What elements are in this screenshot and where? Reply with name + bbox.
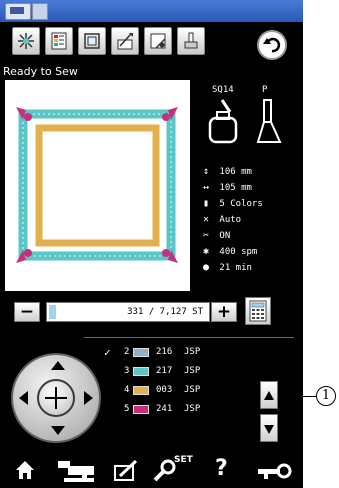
tension-icon: ✕ xyxy=(202,214,210,225)
speed-value: 400 spm xyxy=(219,247,258,257)
speed-icon: ✱ xyxy=(202,246,210,257)
width-row: ↔ 105 mm xyxy=(198,180,302,196)
bottom-nav: SET ? xyxy=(0,454,303,488)
thread-index: 4 xyxy=(124,385,130,395)
set-label: SET xyxy=(174,455,193,465)
scissors-icon: ✂ xyxy=(202,230,210,241)
design-info-list: ↕ 106 mm ↔ 105 mm ▮ 5 Colors ✕ Auto ✂ ON… xyxy=(198,164,302,276)
help-icon[interactable]: ? xyxy=(215,456,228,481)
jog-center-button[interactable] xyxy=(37,379,75,417)
time-value: 21 min xyxy=(219,263,252,273)
height-row: ↕ 106 mm xyxy=(198,164,302,180)
divider xyxy=(84,337,294,338)
cutter-row: ✂ ON xyxy=(198,228,302,244)
time-row: ● 21 min xyxy=(198,260,302,276)
corner-icon xyxy=(150,33,166,49)
trace-button[interactable] xyxy=(111,27,139,55)
colors-value: 5 Colors xyxy=(219,199,263,209)
frame-button[interactable] xyxy=(78,27,106,55)
back-arrow-icon xyxy=(263,37,281,53)
jog-down-icon[interactable] xyxy=(51,426,65,435)
thread-swatch xyxy=(133,367,149,376)
machine-screen: Ready to Sew SQ14 P ↕ 106 mm ↔ 105 mm ▮ … xyxy=(0,0,303,488)
thread-row[interactable]: 3 217 JSP xyxy=(104,362,244,381)
thread-index: 3 xyxy=(124,366,130,376)
frame-icon xyxy=(84,33,100,49)
thread-swatch xyxy=(133,405,149,414)
speed-row: ✱ 400 spm xyxy=(198,244,302,260)
trace-icon xyxy=(117,33,133,50)
width-icon: ↔ xyxy=(202,182,210,193)
current-color-check: ✓ xyxy=(104,346,111,359)
thread-code: 241 xyxy=(156,404,173,414)
thread-brand: JSP xyxy=(184,347,201,357)
thread-brand: JSP xyxy=(184,385,201,395)
color-list-button[interactable] xyxy=(45,27,73,55)
stitch-back-button[interactable]: − xyxy=(14,302,40,322)
width-value: 105 mm xyxy=(219,183,252,193)
bobbin-case-icon xyxy=(208,99,238,144)
thread-swatch xyxy=(133,348,149,357)
calculator-icon xyxy=(249,300,267,322)
thread-row[interactable]: 4 003 JSP xyxy=(104,381,244,400)
scroll-down-button[interactable] xyxy=(260,414,278,442)
callout-number: 1 xyxy=(316,386,336,406)
tension-row: ✕ Auto xyxy=(198,212,302,228)
toolbar xyxy=(0,27,303,65)
thread-row[interactable]: 5 241 JSP xyxy=(104,400,244,419)
thread-index: 5 xyxy=(124,404,130,414)
stitch-counter-text: 331 / 7,127 ST xyxy=(127,307,203,317)
jog-dpad[interactable] xyxy=(11,353,101,443)
thread-color-list: ✓ 2 216 JSP 3 217 JSP 4 003 JSP 5 241 JS… xyxy=(104,343,244,419)
colors-row: ▮ 5 Colors xyxy=(198,196,302,212)
design-preview xyxy=(5,80,190,291)
jog-left-icon[interactable] xyxy=(19,391,28,405)
height-icon: ↕ xyxy=(202,166,210,177)
tension-value: Auto xyxy=(219,215,242,225)
plus-icon xyxy=(45,387,67,409)
edit-icon[interactable] xyxy=(112,458,140,484)
cutter-value: ON xyxy=(219,231,231,241)
scroll-down-icon xyxy=(264,425,274,434)
height-value: 106 mm xyxy=(219,167,252,177)
embroidery-mode-icon xyxy=(5,3,31,20)
thread-pattern-icon xyxy=(18,33,34,49)
thread-code: 217 xyxy=(156,366,173,376)
thread-index: 2 xyxy=(124,347,130,357)
clock-icon: ● xyxy=(202,262,210,273)
status-text: Ready to Sew xyxy=(3,65,78,78)
thread-code: 003 xyxy=(156,385,173,395)
thread-row[interactable]: ✓ 2 216 JSP xyxy=(104,343,244,362)
title-bar xyxy=(0,0,303,22)
stitch-progress-fill xyxy=(49,305,56,319)
thread-code: 216 xyxy=(156,347,173,357)
color-list-icon xyxy=(51,32,67,50)
presser-foot-icon xyxy=(184,32,198,49)
scroll-up-button[interactable] xyxy=(260,381,278,409)
foot-code: P xyxy=(262,85,268,95)
thread-brand: JSP xyxy=(184,404,201,414)
home-icon[interactable] xyxy=(14,458,36,482)
stitch-forward-button[interactable]: + xyxy=(211,302,237,322)
jog-right-icon[interactable] xyxy=(84,391,93,405)
thread-brand: JSP xyxy=(184,366,201,376)
thread-pattern-button[interactable] xyxy=(12,27,40,55)
thread-swatch xyxy=(133,386,149,395)
back-button[interactable] xyxy=(257,30,287,60)
callout-line xyxy=(281,396,316,397)
jog-up-icon[interactable] xyxy=(51,361,65,370)
stitch-counter: 331 / 7,127 ST xyxy=(46,302,210,322)
embroidery-design-image xyxy=(16,107,178,263)
presser-foot-button[interactable] xyxy=(177,27,205,55)
key-icon[interactable] xyxy=(256,458,292,484)
presser-foot-p-icon xyxy=(256,99,282,143)
stitch-counter-bar: − 331 / 7,127 ST + xyxy=(12,302,237,322)
scroll-up-icon xyxy=(264,391,274,400)
corner-button[interactable] xyxy=(144,27,172,55)
mode-tab-icon xyxy=(32,3,48,20)
machine-icon[interactable] xyxy=(56,458,98,484)
stitch-code: SQ14 xyxy=(212,85,234,95)
stitch-input-button[interactable] xyxy=(245,297,271,325)
spool-icon: ▮ xyxy=(202,198,210,209)
